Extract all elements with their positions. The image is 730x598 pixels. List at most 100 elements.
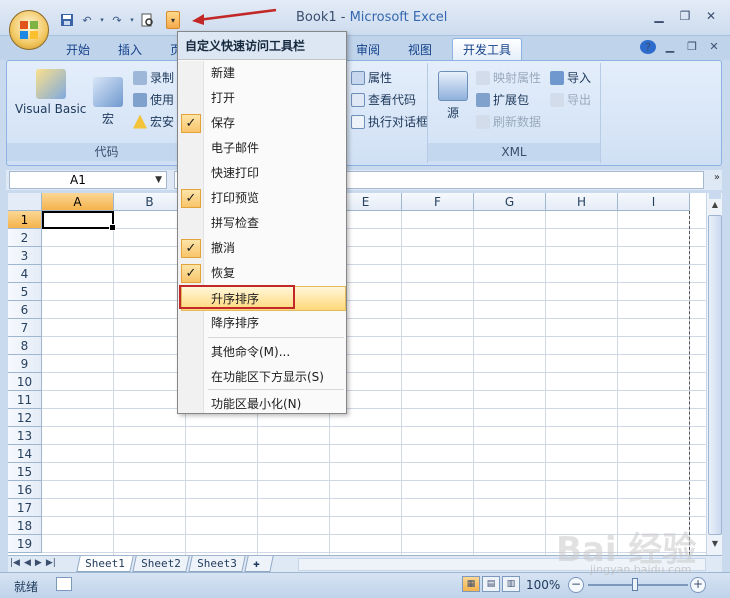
column-header-a[interactable]: A xyxy=(42,193,114,211)
insert-sheet-button[interactable]: ✚ xyxy=(244,556,274,572)
row-header-15[interactable]: 15 xyxy=(8,463,42,481)
page-break-preview-icon[interactable]: ▥ xyxy=(502,576,520,592)
tab-view[interactable]: 视图 xyxy=(398,38,442,60)
row-header-5[interactable]: 5 xyxy=(8,283,42,301)
help-icon[interactable]: ? xyxy=(640,40,656,54)
column-header-i[interactable]: I xyxy=(618,193,690,211)
column-header-g[interactable]: G xyxy=(474,193,546,211)
page-layout-view-icon[interactable]: ▤ xyxy=(482,576,500,592)
menu-item-more-commands[interactable]: 其他命令(M)... xyxy=(178,340,346,365)
redo-icon[interactable]: ↷ xyxy=(108,11,126,29)
vertical-scrollbar[interactable]: ▲ ▼ xyxy=(706,193,722,555)
row-header-19[interactable]: 19 xyxy=(8,535,42,553)
use-relative-button[interactable]: 使用 xyxy=(133,91,174,108)
active-cell-a1[interactable] xyxy=(42,211,116,231)
last-sheet-icon[interactable]: ▶| xyxy=(46,558,56,568)
column-header-b[interactable]: B xyxy=(114,193,186,211)
menu-item-10[interactable]: 降序排序 xyxy=(178,311,346,336)
customize-qat-button[interactable]: ▾ xyxy=(166,11,180,29)
tab-developer[interactable]: 开发工具 xyxy=(452,38,523,60)
row-header-14[interactable]: 14 xyxy=(8,445,42,463)
undo-dropdown-icon[interactable]: ▾ xyxy=(98,11,106,29)
scroll-down-icon[interactable]: ▼ xyxy=(709,539,721,553)
tab-insert[interactable]: 插入 xyxy=(108,38,152,60)
tab-home[interactable]: 开始 xyxy=(56,38,100,60)
normal-view-icon[interactable]: ▦ xyxy=(462,576,480,592)
row-header-10[interactable]: 10 xyxy=(8,373,42,391)
visual-basic-button[interactable]: Visual Basic xyxy=(15,69,86,116)
expand-formula-bar-icon[interactable]: » xyxy=(714,172,720,183)
view-code-button[interactable]: 查看代码 xyxy=(351,91,416,108)
sheet-tab-1[interactable]: Sheet1 xyxy=(76,556,134,572)
prev-sheet-icon[interactable]: ◀ xyxy=(24,558,31,568)
vertical-scroll-thumb[interactable] xyxy=(708,215,722,535)
first-sheet-icon[interactable]: |◀ xyxy=(10,558,20,568)
print-preview-icon[interactable] xyxy=(138,11,156,29)
column-header-f[interactable]: F xyxy=(402,193,474,211)
menu-item-1[interactable]: 打开 xyxy=(178,86,346,111)
row-header-8[interactable]: 8 xyxy=(8,337,42,355)
map-properties-button[interactable]: 映射属性 xyxy=(476,69,541,86)
zoom-level[interactable]: 100% xyxy=(526,578,560,592)
workbook-restore-icon[interactable]: ❐ xyxy=(684,40,700,54)
office-button[interactable] xyxy=(9,10,49,50)
row-header-9[interactable]: 9 xyxy=(8,355,42,373)
macro-recording-icon[interactable] xyxy=(56,577,72,591)
close-window-icon[interactable]: ✕ xyxy=(700,6,722,26)
row-header-12[interactable]: 12 xyxy=(8,409,42,427)
zoom-slider-thumb[interactable] xyxy=(632,578,638,591)
menu-item-0[interactable]: 新建 xyxy=(178,61,346,86)
minimize-window-icon[interactable]: ▁ xyxy=(648,6,670,26)
macro-button[interactable]: 宏 xyxy=(93,77,123,127)
menu-item-4[interactable]: 快速打印 xyxy=(178,161,346,186)
menu-item-show-below-ribbon[interactable]: 在功能区下方显示(S) xyxy=(178,365,346,390)
sheet-tab-3[interactable]: Sheet3 xyxy=(188,556,246,572)
row-header-18[interactable]: 18 xyxy=(8,517,42,535)
expansion-packs-button[interactable]: 扩展包 xyxy=(476,91,529,108)
menu-item-6[interactable]: 拼写检查 xyxy=(178,211,346,236)
redo-dropdown-icon[interactable]: ▾ xyxy=(128,11,136,29)
zoom-out-icon[interactable]: − xyxy=(568,577,584,593)
import-button[interactable]: 导入 xyxy=(550,69,591,86)
properties-button[interactable]: 属性 xyxy=(351,69,392,86)
row-header-13[interactable]: 13 xyxy=(8,427,42,445)
scroll-up-icon[interactable]: ▲ xyxy=(709,200,721,214)
row-header-4[interactable]: 4 xyxy=(8,265,42,283)
column-header-h[interactable]: H xyxy=(546,193,618,211)
menu-item-5[interactable]: ✓ 打印预览 xyxy=(178,186,346,211)
macro-security-button[interactable]: 宏安 xyxy=(133,113,174,130)
row-header-17[interactable]: 17 xyxy=(8,499,42,517)
record-macro-button[interactable]: 录制 xyxy=(133,69,174,86)
restore-window-icon[interactable]: ❐ xyxy=(674,6,696,26)
workbook-minimize-icon[interactable]: ▁ xyxy=(662,40,678,54)
row-header-11[interactable]: 11 xyxy=(8,391,42,409)
row-header-3[interactable]: 3 xyxy=(8,247,42,265)
undo-icon[interactable]: ↶ xyxy=(78,11,96,29)
run-dialog-button[interactable]: 执行对话框 xyxy=(351,113,428,130)
row-header-6[interactable]: 6 xyxy=(8,301,42,319)
menu-item-8[interactable]: ✓ 恢复 xyxy=(178,261,346,286)
name-box[interactable]: A1 ▼ xyxy=(9,171,167,189)
worksheet-grid[interactable]: ABCDEFGHI 12345678910111213141516171819 xyxy=(8,193,706,555)
zoom-slider[interactable] xyxy=(588,584,688,586)
row-header-1[interactable]: 1 xyxy=(8,211,42,229)
menu-item-3[interactable]: 电子邮件 xyxy=(178,136,346,161)
tab-review[interactable]: 审阅 xyxy=(346,38,390,60)
cell-gridlines[interactable] xyxy=(42,211,706,555)
menu-item-minimize-ribbon[interactable]: 功能区最小化(N) xyxy=(178,392,346,417)
workbook-close-icon[interactable]: ✕ xyxy=(706,40,722,54)
split-box[interactable] xyxy=(709,193,721,199)
export-button[interactable]: 导出 xyxy=(550,91,591,108)
xml-source-button[interactable]: 源 xyxy=(438,71,468,121)
name-box-dropdown-icon[interactable]: ▼ xyxy=(155,172,162,188)
next-sheet-icon[interactable]: ▶ xyxy=(35,558,42,568)
row-header-7[interactable]: 7 xyxy=(8,319,42,337)
row-header-16[interactable]: 16 xyxy=(8,481,42,499)
save-icon[interactable] xyxy=(58,11,76,29)
select-all-corner[interactable] xyxy=(8,193,42,211)
menu-item-2[interactable]: ✓ 保存 xyxy=(178,111,346,136)
sheet-tab-2[interactable]: Sheet2 xyxy=(132,556,190,572)
menu-item-7[interactable]: ✓ 撤消 xyxy=(178,236,346,261)
refresh-data-button[interactable]: 刷新数据 xyxy=(476,113,541,130)
row-header-2[interactable]: 2 xyxy=(8,229,42,247)
